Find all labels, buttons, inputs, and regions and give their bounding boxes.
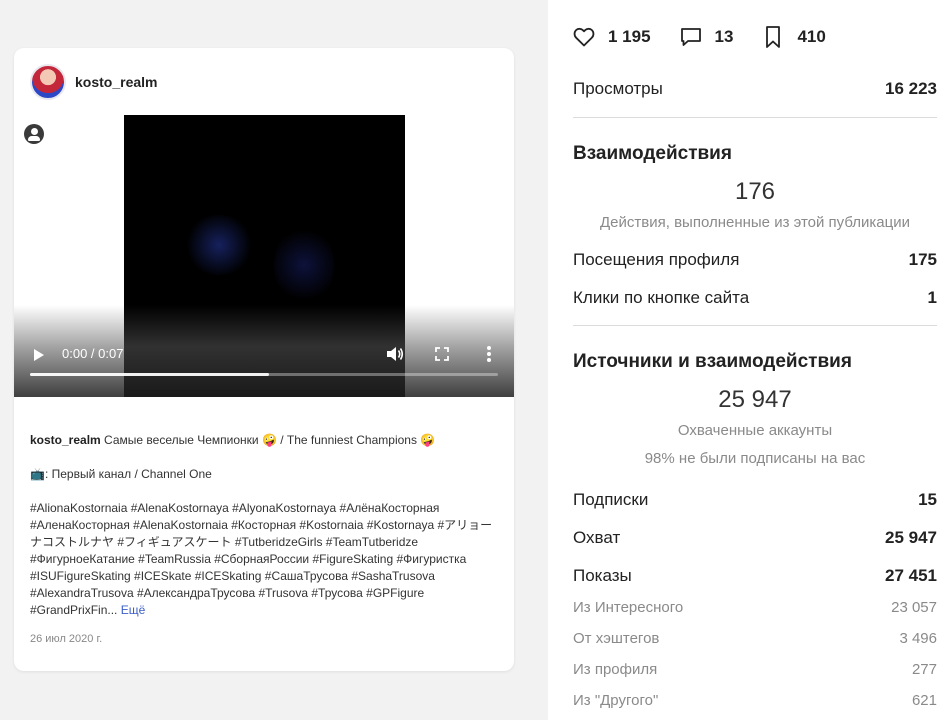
discovery-title: Источники и взаимодействия <box>573 351 852 372</box>
source-row-other: Из "Другого" 621 <box>573 692 937 709</box>
comments-stat: 13 <box>679 25 734 49</box>
views-row: Просмотры 16 223 <box>573 79 937 99</box>
source-label: Из "Другого" <box>573 692 659 709</box>
saves-count: 410 <box>797 27 826 46</box>
volume-icon[interactable] <box>386 346 404 362</box>
impressions-row: Показы 27 451 <box>573 566 937 586</box>
follows-label: Подписки <box>573 490 649 509</box>
source-value: 277 <box>911 661 937 678</box>
more-options-icon[interactable] <box>487 346 491 362</box>
video-player[interactable]: 0:00 / 0:07 <box>14 115 514 397</box>
interactions-note: Действия, выполненные из этой публикации <box>600 214 910 231</box>
source-row-profile: Из профиля 277 <box>573 661 937 678</box>
source-row-hashtags: От хэштегов 3 496 <box>573 630 937 647</box>
source-value: 23 057 <box>891 599 937 616</box>
views-label: Просмотры <box>573 79 663 98</box>
interactions-total: 176 <box>734 178 776 205</box>
profile-visits-row: Посещения профиля 175 <box>573 250 937 270</box>
source-label: Из профиля <box>573 661 658 678</box>
reach-label: Охват <box>573 528 621 547</box>
source-row-explore: Из Интересного 23 057 <box>573 599 937 616</box>
divider <box>573 117 937 118</box>
source-value: 621 <box>911 692 937 709</box>
discovery-total: 25 947 <box>718 386 792 413</box>
post-pane: kosto_realm 0:00 / 0:07 kosto_realm Самы… <box>0 0 548 720</box>
saves-stat: 410 <box>761 25 826 49</box>
insights-pane: 1 195 13 410 Просмотры 16 223 Взаимодейс… <box>548 0 952 720</box>
comment-icon <box>680 28 701 46</box>
caption-text: Самые веселые Чемпионки 🤪 / The funniest… <box>104 433 436 447</box>
likes-count: 1 195 <box>608 27 651 46</box>
caption-hashtags: #AlionaKostornaia #AlenaKostornaya #Alyo… <box>30 501 493 617</box>
post-header: kosto_realm <box>30 64 157 100</box>
source-label: Из Интересного <box>573 599 684 616</box>
video-time: 0:00 / 0:07 <box>62 346 124 361</box>
tagged-user-icon[interactable] <box>24 124 44 144</box>
likes-stat: 1 195 <box>572 25 651 49</box>
source-value: 3 496 <box>899 630 937 647</box>
post-card: kosto_realm 0:00 / 0:07 kosto_realm Самы… <box>14 48 514 671</box>
caption-more-link[interactable]: Ещё <box>121 603 146 617</box>
bookmark-icon <box>766 26 781 48</box>
video-controls: 0:00 / 0:07 <box>14 335 514 375</box>
post-caption: kosto_realm Самые веселые Чемпионки 🤪 / … <box>30 432 500 636</box>
video-progress-bar[interactable] <box>30 373 498 376</box>
views-value: 16 223 <box>885 79 937 98</box>
caption-line2: 📺: Первый канал / Channel One <box>30 467 212 481</box>
comments-count: 13 <box>714 27 734 46</box>
play-icon[interactable] <box>34 349 44 361</box>
profile-visits-value: 175 <box>908 250 937 269</box>
impressions-value: 27 451 <box>885 566 937 585</box>
fullscreen-icon[interactable] <box>435 347 449 361</box>
impressions-label: Показы <box>573 566 632 585</box>
discovery-subnote: 98% не были подписаны на вас <box>644 450 866 467</box>
source-label: От хэштегов <box>573 630 660 647</box>
reach-value: 25 947 <box>885 528 937 547</box>
website-clicks-label: Клики по кнопке сайта <box>573 288 750 307</box>
avatar[interactable] <box>30 64 66 100</box>
post-stats-bar: 1 195 13 410 <box>572 24 854 50</box>
reach-row: Охват 25 947 <box>573 528 937 548</box>
video-progress-fill <box>30 373 269 376</box>
post-username[interactable]: kosto_realm <box>75 74 157 90</box>
discovery-note: Охваченные аккаунты <box>677 422 833 439</box>
interactions-title: Взаимодействия <box>573 143 732 164</box>
heart-icon <box>573 27 595 47</box>
website-clicks-value: 1 <box>927 288 937 307</box>
follows-value: 15 <box>918 490 937 509</box>
divider <box>573 325 937 326</box>
profile-visits-label: Посещения профиля <box>573 250 740 269</box>
post-date: 26 июл 2020 г. <box>30 633 103 645</box>
website-clicks-row: Клики по кнопке сайта 1 <box>573 288 937 308</box>
follows-row: Подписки 15 <box>573 490 937 510</box>
caption-author[interactable]: kosto_realm <box>30 433 101 447</box>
